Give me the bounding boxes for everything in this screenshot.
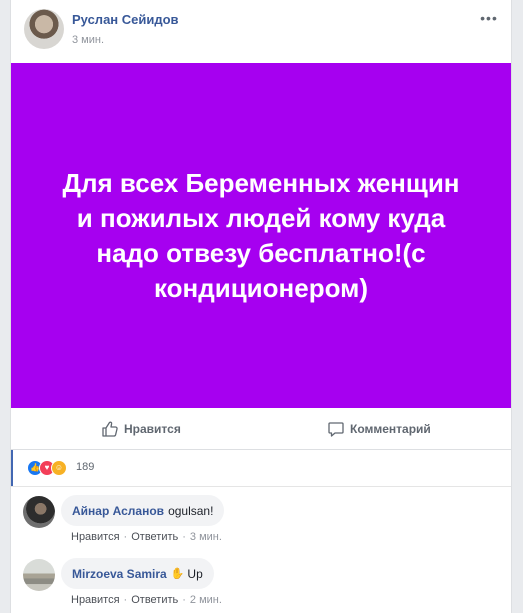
comment-bubble: Mirzoeva Samira ✋ Up	[61, 558, 214, 589]
comment-reply-link[interactable]: Ответить	[131, 594, 178, 606]
reactions-summary[interactable]: 👍 ♥ ☺ 189	[11, 450, 511, 486]
waving-hand-icon: ✋	[170, 568, 185, 580]
more-dots-icon[interactable]: •••	[479, 11, 499, 25]
comment-actions: Нравится · Ответить · 3 мин.	[71, 531, 222, 543]
commenter-name[interactable]: Айнар Асланов	[72, 504, 164, 518]
comment-like-link[interactable]: Нравится	[71, 531, 120, 543]
separator-dot: ·	[182, 594, 186, 606]
reaction-count[interactable]: 189	[76, 461, 94, 473]
like-button[interactable]: Нравится	[101, 408, 181, 449]
post-action-bar: Нравится Комментарий	[11, 408, 511, 450]
post-card: Руслан Сейидов 3 мин. ••• Для всех Берем…	[10, 0, 512, 613]
haha-icon: ☺	[51, 460, 67, 476]
comment-actions: Нравится · Ответить · 2 мин.	[71, 594, 222, 606]
comments-divider	[11, 486, 511, 487]
commenter-name[interactable]: Mirzoeva Samira	[72, 567, 167, 581]
comment-time[interactable]: 3 мин.	[190, 531, 222, 543]
commenter-avatar[interactable]	[23, 559, 55, 591]
comment-bubble: Айнар Асланов ogulsan!	[61, 495, 225, 526]
comment-text: Up	[187, 566, 203, 581]
separator-dot: ·	[182, 531, 186, 543]
comment-icon	[328, 421, 344, 437]
separator-dot: ·	[123, 594, 128, 606]
post-header: Руслан Сейидов 3 мин. •••	[24, 9, 501, 53]
colored-text-post: Для всех Беременных женщин и пожилых люд…	[11, 63, 511, 408]
comment-like-link[interactable]: Нравится	[71, 594, 120, 606]
like-button-label: Нравится	[124, 421, 181, 436]
comment-time[interactable]: 2 мин.	[190, 594, 222, 606]
commenter-avatar[interactable]	[23, 496, 55, 528]
comment-button[interactable]: Комментарий	[327, 408, 431, 449]
author-avatar[interactable]	[24, 9, 64, 49]
author-name[interactable]: Руслан Сейидов	[72, 12, 179, 27]
comment-text: ogulsan!	[168, 503, 214, 518]
thumbs-up-icon	[102, 421, 118, 437]
post-text: Для всех Беременных женщин и пожилых люд…	[62, 167, 460, 303]
comment-button-label: Комментарий	[350, 421, 431, 436]
comment-reply-link[interactable]: Ответить	[131, 531, 178, 543]
post-timestamp[interactable]: 3 мин.	[72, 34, 104, 46]
separator-dot: ·	[123, 531, 128, 543]
